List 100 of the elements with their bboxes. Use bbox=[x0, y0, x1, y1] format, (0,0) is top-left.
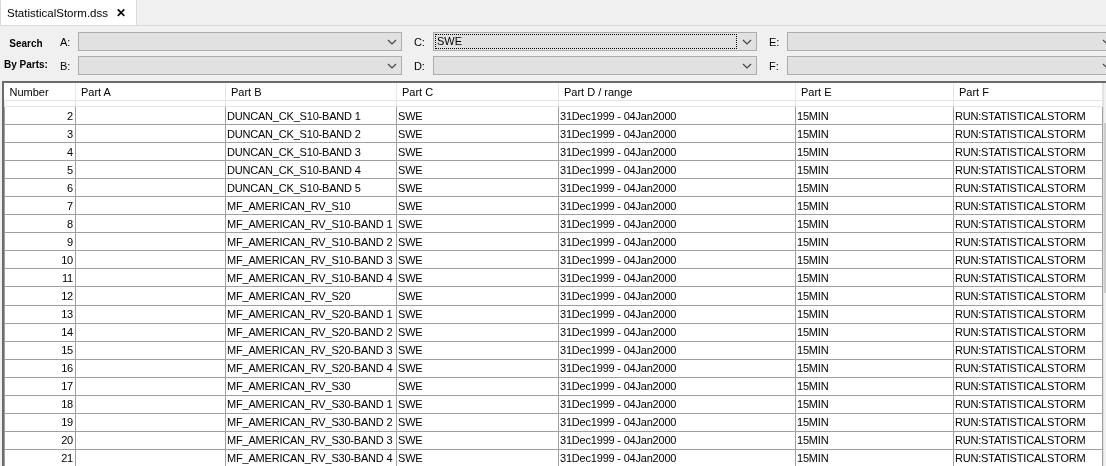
part-dropdown[interactable] bbox=[786, 32, 1106, 51]
table-cell: 15MIN bbox=[795, 250, 954, 269]
dropdown-caret-icon bbox=[741, 38, 752, 45]
table-cell: 31Dec1999 - 04Jan2000 bbox=[558, 323, 796, 342]
table-cell: MF_AMERICAN_RV_S10-BAND 3 bbox=[225, 250, 397, 269]
table-cell: 15MIN bbox=[795, 287, 954, 306]
table-cell: 19 bbox=[4, 413, 76, 432]
table-cell: RUN:STATISTICALSTORM bbox=[953, 124, 1103, 143]
close-icon[interactable]: ✕ bbox=[116, 5, 126, 20]
table-cell: SWE bbox=[396, 305, 559, 324]
table-cell: 15MIN bbox=[795, 413, 954, 432]
table-cell: 31Dec1999 - 04Jan2000 bbox=[558, 395, 796, 414]
table-cell: 15MIN bbox=[795, 359, 954, 378]
table-cell: MF_AMERICAN_RV_S30-BAND 3 bbox=[225, 431, 397, 450]
table-cell: 8 bbox=[4, 214, 76, 233]
table-cell: 5 bbox=[4, 160, 76, 179]
table-cell: 31Dec1999 - 04Jan2000 bbox=[558, 178, 796, 197]
table-cell: 11 bbox=[4, 268, 76, 287]
table-cell: SWE bbox=[396, 268, 559, 287]
part-dropdown[interactable] bbox=[77, 32, 402, 51]
table-cell: RUN:STATISTICALSTORM bbox=[953, 341, 1103, 360]
table-cell: 31Dec1999 - 04Jan2000 bbox=[558, 106, 796, 125]
table-cell: 9 bbox=[4, 232, 76, 251]
table-cell: 15MIN bbox=[795, 196, 954, 215]
table-cell: SWE bbox=[396, 431, 559, 450]
table-cell: RUN:STATISTICALSTORM bbox=[953, 106, 1103, 125]
table-cell: SWE bbox=[396, 214, 559, 233]
table-cell: 15MIN bbox=[795, 160, 954, 179]
table-cell: DUNCAN_CK_S10-BAND 2 bbox=[225, 124, 397, 143]
table-cell: 15MIN bbox=[795, 124, 954, 143]
table-cell: RUN:STATISTICALSTORM bbox=[953, 214, 1103, 233]
table-cell: 31Dec1999 - 04Jan2000 bbox=[558, 305, 796, 324]
table-cell: 15MIN bbox=[795, 449, 954, 466]
table-cell: RUN:STATISTICALSTORM bbox=[953, 377, 1103, 396]
table-cell: 15MIN bbox=[795, 232, 954, 251]
table-cell: SWE bbox=[396, 106, 559, 125]
table-cell: RUN:STATISTICALSTORM bbox=[953, 413, 1103, 432]
field-label: F: bbox=[767, 59, 780, 72]
table-cell: SWE bbox=[396, 250, 559, 269]
table-cell: SWE bbox=[396, 160, 559, 179]
part-dropdown[interactable] bbox=[432, 56, 757, 75]
table-cell: 2 bbox=[4, 106, 76, 125]
table-cell: 31Dec1999 - 04Jan2000 bbox=[558, 449, 796, 466]
table-cell: 31Dec1999 - 04Jan2000 bbox=[558, 232, 796, 251]
column-header[interactable]: Part E bbox=[795, 83, 954, 101]
table-cell: 15 bbox=[4, 341, 76, 360]
table-cell: 7 bbox=[4, 196, 76, 215]
table-cell: 31Dec1999 - 04Jan2000 bbox=[558, 359, 796, 378]
table-cell: SWE bbox=[396, 232, 559, 251]
table-cell: 15MIN bbox=[795, 305, 954, 324]
part-dropdown[interactable] bbox=[786, 56, 1106, 75]
column-header[interactable]: Part D / range bbox=[558, 83, 796, 101]
table-cell: RUN:STATISTICALSTORM bbox=[953, 449, 1103, 466]
table-cell: MF_AMERICAN_RV_S10-BAND 2 bbox=[225, 232, 397, 251]
table-cell: SWE bbox=[396, 287, 559, 306]
file-tab[interactable]: StatisticalStorm.dss ✕ bbox=[0, 0, 137, 25]
table-cell: 15MIN bbox=[795, 106, 954, 125]
table-cell: SWE bbox=[396, 178, 559, 197]
table-cell: 15MIN bbox=[795, 178, 954, 197]
table-cell: MF_AMERICAN_RV_S10-BAND 4 bbox=[225, 268, 397, 287]
column-header[interactable]: Part B bbox=[225, 83, 397, 101]
table-cell: 16 bbox=[4, 359, 76, 378]
table-cell: 21 bbox=[4, 449, 76, 466]
table-cell: 15MIN bbox=[795, 142, 954, 161]
part-dropdown[interactable]: SWE bbox=[432, 32, 757, 51]
table-cell: DUNCAN_CK_S10-BAND 3 bbox=[225, 142, 397, 161]
table-cell: RUN:STATISTICALSTORM bbox=[953, 323, 1103, 342]
table-cell: MF_AMERICAN_RV_S20 bbox=[225, 287, 397, 306]
table-cell: MF_AMERICAN_RV_S30-BAND 2 bbox=[225, 413, 397, 432]
table-cell: DUNCAN_CK_S10-BAND 4 bbox=[225, 160, 397, 179]
field-label: C: bbox=[412, 35, 426, 48]
table-cell: 17 bbox=[4, 377, 76, 396]
table-cell: RUN:STATISTICALSTORM bbox=[953, 359, 1103, 378]
part-dropdown[interactable] bbox=[77, 56, 402, 75]
column-header[interactable]: Part A bbox=[75, 83, 226, 101]
column-header[interactable]: Number bbox=[4, 83, 76, 101]
table-cell: SWE bbox=[396, 196, 559, 215]
table-cell: 31Dec1999 - 04Jan2000 bbox=[558, 196, 796, 215]
table-cell: RUN:STATISTICALSTORM bbox=[953, 142, 1103, 161]
column-header[interactable]: Part C bbox=[396, 83, 559, 101]
table-cell: RUN:STATISTICALSTORM bbox=[953, 287, 1103, 306]
column-header[interactable]: Part F bbox=[953, 83, 1103, 101]
table-cell: SWE bbox=[396, 395, 559, 414]
table-cell: 31Dec1999 - 04Jan2000 bbox=[558, 160, 796, 179]
table-cell: 31Dec1999 - 04Jan2000 bbox=[558, 287, 796, 306]
table-cell: MF_AMERICAN_RV_S30-BAND 4 bbox=[225, 449, 397, 466]
table-cell: 31Dec1999 - 04Jan2000 bbox=[558, 124, 796, 143]
table-cell: 31Dec1999 - 04Jan2000 bbox=[558, 341, 796, 360]
table-cell: RUN:STATISTICALSTORM bbox=[953, 305, 1103, 324]
table-cell: RUN:STATISTICALSTORM bbox=[953, 232, 1103, 251]
table-cell: 15MIN bbox=[795, 377, 954, 396]
table-cell: SWE bbox=[396, 413, 559, 432]
table-cell: 13 bbox=[4, 305, 76, 324]
table-cell: 31Dec1999 - 04Jan2000 bbox=[558, 214, 796, 233]
table-cell: DUNCAN_CK_S10-BAND 5 bbox=[225, 178, 397, 197]
table-cell: 31Dec1999 - 04Jan2000 bbox=[558, 431, 796, 450]
table-cell: 31Dec1999 - 04Jan2000 bbox=[558, 142, 796, 161]
table-cell: 15MIN bbox=[795, 268, 954, 287]
field-label: D: bbox=[412, 59, 426, 72]
table-cell: MF_AMERICAN_RV_S20-BAND 1 bbox=[225, 305, 397, 324]
